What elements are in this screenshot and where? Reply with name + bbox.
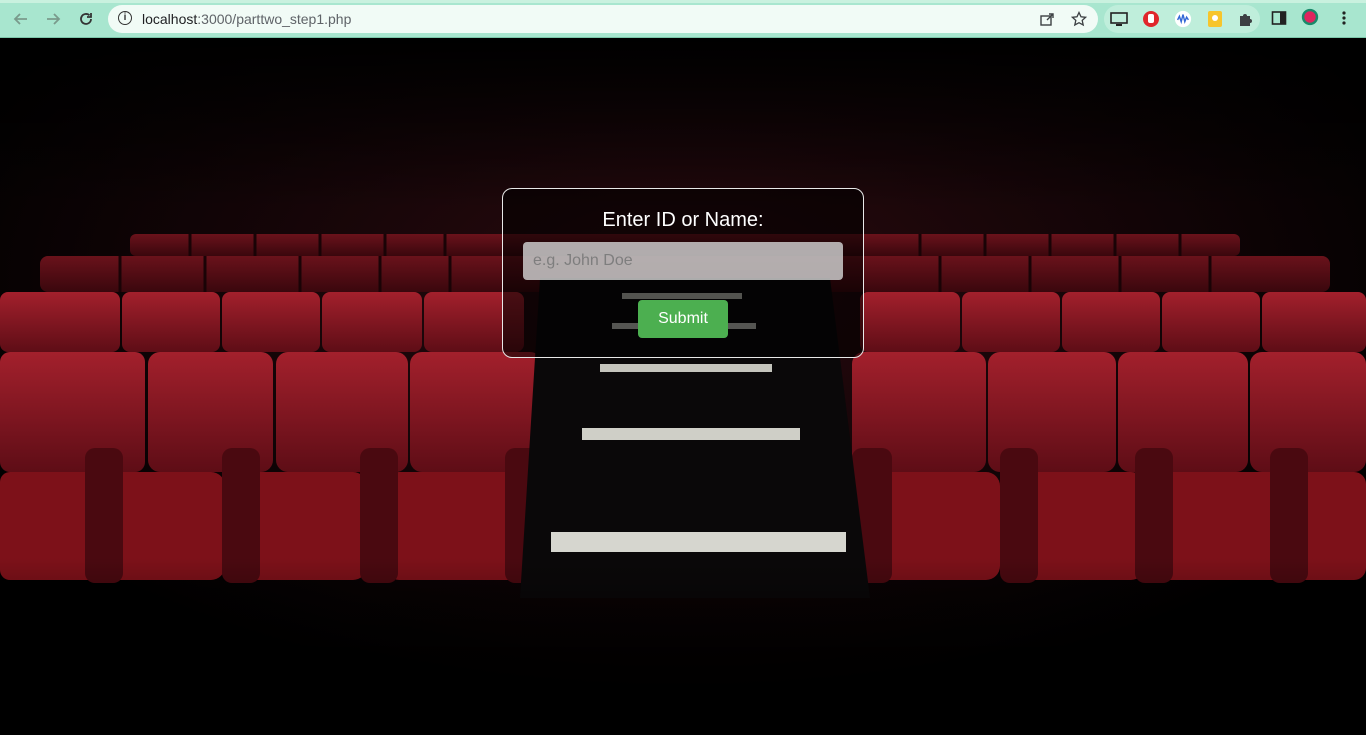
puzzle-icon[interactable] — [1237, 10, 1255, 28]
url-text: localhost:3000/parttwo_step1.php — [142, 11, 351, 27]
cinema-background-image — [0, 38, 1366, 735]
extensions-area — [1104, 5, 1260, 33]
reload-button[interactable] — [75, 8, 97, 30]
address-bar[interactable]: i localhost:3000/parttwo_step1.php — [108, 5, 1098, 33]
arrow-left-icon — [13, 13, 27, 25]
id-or-name-input[interactable] — [523, 242, 843, 280]
reload-icon — [80, 13, 92, 25]
keep-extension-icon[interactable] — [1206, 10, 1224, 28]
adblock-extension-icon[interactable] — [1142, 10, 1160, 28]
info-icon[interactable]: i — [118, 11, 132, 25]
share-icon[interactable] — [1038, 10, 1056, 28]
kebab-menu-icon[interactable] — [1335, 9, 1353, 27]
submit-button[interactable]: Submit — [638, 300, 728, 338]
form-title: Enter ID or Name: — [602, 209, 764, 231]
cast-icon[interactable] — [1110, 10, 1128, 28]
forward-button[interactable] — [42, 8, 64, 30]
star-icon[interactable] — [1070, 10, 1088, 28]
url-host: localhost — [142, 11, 198, 27]
tab-strip — [0, 0, 1366, 3]
back-button[interactable] — [10, 8, 32, 30]
page-viewport: Enter ID or Name: Submit — [0, 38, 1366, 735]
url-path: :3000/parttwo_step1.php — [197, 11, 352, 27]
browser-toolbar: i localhost:3000/parttwo_step1.php — [0, 0, 1366, 38]
wave-extension-icon[interactable] — [1174, 10, 1192, 28]
arrow-right-icon — [47, 13, 61, 25]
search-form-card: Enter ID or Name: Submit — [502, 188, 864, 358]
side-panel-icon[interactable] — [1270, 9, 1288, 27]
profile-avatar[interactable] — [1301, 8, 1319, 26]
